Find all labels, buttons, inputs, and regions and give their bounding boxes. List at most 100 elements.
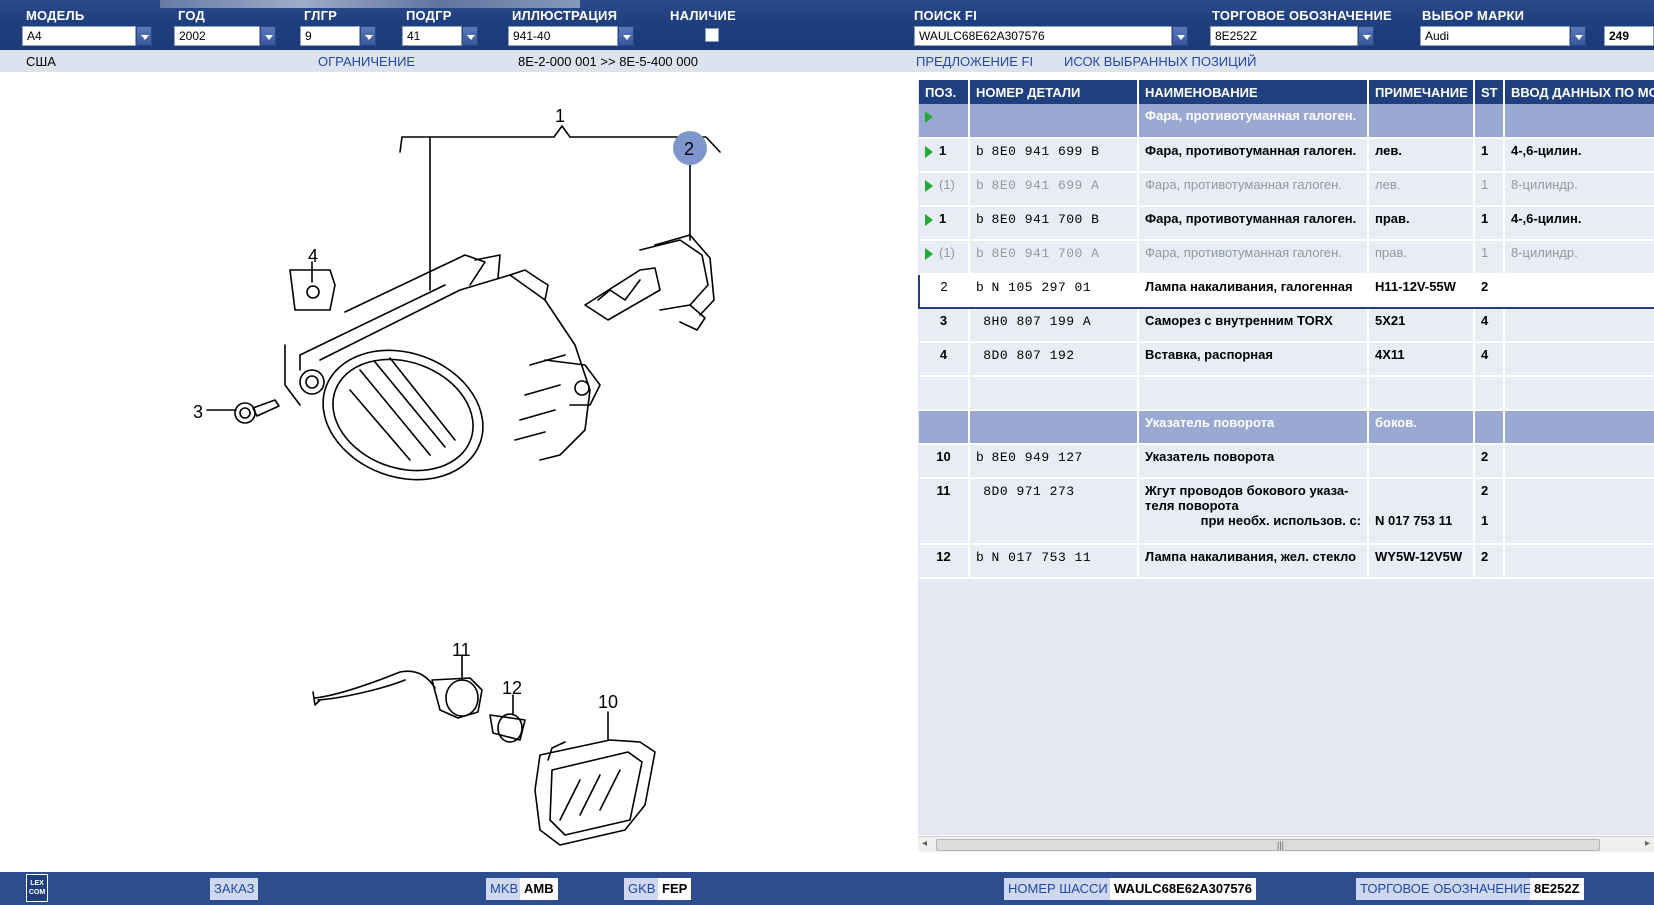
cell-st — [1474, 410, 1505, 445]
scroll-left-icon[interactable]: ◂ — [922, 838, 927, 849]
subgroup-label: ПОДГР — [406, 8, 452, 23]
table-row[interactable]: Фара, противотуманная галоген. — [919, 104, 1654, 139]
cell-model-data-text: 8-цилиндр. — [1511, 245, 1578, 260]
callout-3[interactable]: 3 — [193, 402, 203, 422]
cell-name: Фара, противотуманная галоген. — [1138, 104, 1369, 139]
col-part-number[interactable]: НОМЕР ДЕТАЛИ — [969, 80, 1139, 104]
cell-pos-text: 2 — [940, 279, 948, 294]
callout-10[interactable]: 10 — [598, 692, 618, 712]
callout-4[interactable]: 4 — [308, 246, 318, 266]
parts-table: ПОЗ. НОМЕР ДЕТАЛИ НАИМЕНОВАНИЕ ПРИМЕЧАНИ… — [918, 80, 1654, 579]
cell-st: 2 — [1474, 273, 1505, 309]
grip-icon: ||| — [1277, 840, 1285, 850]
cell-part-number[interactable] — [969, 104, 1139, 139]
cell-name-text: Вставка, распорная — [1145, 347, 1273, 362]
subgroup-select[interactable]: 41 — [402, 26, 462, 46]
mgroup-dropdown-icon[interactable] — [360, 26, 376, 46]
cell-st: 2 — [1474, 444, 1505, 479]
trade-name-dropdown-icon[interactable] — [1358, 26, 1374, 46]
selected-list-link[interactable]: ИСОК ВЫБРАННЫХ ПОЗИЦИЙ — [1064, 54, 1256, 69]
cell-part-text: N 105 297 01 — [991, 280, 1092, 295]
year-dropdown-icon[interactable] — [260, 26, 276, 46]
availability-checkbox[interactable] — [705, 28, 719, 42]
cell-part-number[interactable] — [969, 376, 1139, 411]
illustration-select[interactable]: 941-40 — [508, 26, 618, 46]
table-row[interactable]: 2 b N 105 297 01 Лампа накаливания, галоге… — [918, 273, 1654, 309]
table-row[interactable]: 4 8D0 807 192 Вставка, распорная 4X11 4 — [919, 342, 1654, 377]
expand-arrow-icon[interactable] — [925, 110, 933, 123]
gkb-label: GKB — [624, 878, 660, 900]
cell-name-text: Фара, противотуманная галоген. — [1145, 177, 1342, 192]
search-fi-dropdown-icon[interactable] — [1172, 26, 1188, 46]
table-header-row: ПОЗ. НОМЕР ДЕТАЛИ НАИМЕНОВАНИЕ ПРИМЕЧАНИ… — [919, 80, 1654, 104]
table-row[interactable]: 10 b 8E0 949 127 Указатель поворота 2 — [919, 444, 1654, 479]
proposal-fi-link[interactable]: ПРЕДЛОЖЕНИЕ FI — [916, 54, 1033, 69]
cell-name — [1138, 376, 1369, 411]
col-name[interactable]: НАИМЕНОВАНИЕ — [1138, 80, 1369, 104]
cell-model-data-text: 4-,6-цилин. — [1511, 143, 1582, 158]
model-select[interactable]: A4 — [22, 26, 136, 46]
cell-pos — [919, 376, 970, 411]
table-row[interactable] — [919, 376, 1654, 411]
callout-2[interactable]: 2 — [684, 139, 694, 159]
horizontal-scrollbar[interactable]: ◂ ||| ▸ — [918, 836, 1654, 852]
cell-part-number[interactable]: b 8E0 941 700 A — [969, 240, 1139, 275]
table-row[interactable]: 1 b 8E0 941 700 B Фара, противотуманная га… — [919, 206, 1654, 241]
cell-part-number[interactable]: b 8E0 949 127 — [969, 444, 1139, 479]
order-button[interactable]: ЗАКАЗ — [210, 878, 259, 900]
table-row[interactable]: Указатель поворота боков. — [919, 410, 1654, 445]
cell-pos: 1 — [919, 138, 970, 173]
cell-part-number[interactable]: 8H0 807 199 A — [969, 308, 1139, 343]
cell-model-data-text: 8-цилиндр. — [1511, 177, 1578, 192]
cell-note: лев. — [1368, 138, 1475, 173]
restriction-link[interactable]: ОГРАНИЧЕНИЕ — [318, 54, 415, 69]
cell-name-text: Лампа накаливания, галогенная — [1145, 279, 1353, 294]
col-note[interactable]: ПРИМЕЧАНИЕ — [1368, 80, 1475, 104]
cell-model-data — [1504, 544, 1654, 579]
col-pos[interactable]: ПОЗ. — [919, 80, 970, 104]
expand-arrow-icon[interactable] — [925, 213, 933, 226]
cell-part-number[interactable]: b 8E0 941 699 A — [969, 172, 1139, 207]
cell-model-data — [1504, 444, 1654, 479]
cell-b-flag: b — [976, 212, 985, 227]
illustration-dropdown-icon[interactable] — [618, 26, 634, 46]
cell-name: Фара, противотуманная галоген. — [1138, 138, 1369, 173]
cell-note: 4X11 — [1368, 342, 1475, 377]
expand-arrow-icon[interactable] — [925, 247, 933, 260]
scroll-right-icon[interactable]: ▸ — [1645, 838, 1650, 849]
brand-dropdown-icon[interactable] — [1570, 26, 1586, 46]
cell-part-number[interactable]: b N 105 297 01 — [969, 273, 1139, 309]
expand-arrow-icon[interactable] — [925, 145, 933, 158]
col-st[interactable]: ST — [1474, 80, 1505, 104]
year-select[interactable]: 2002 — [174, 26, 260, 46]
cell-part-number[interactable]: b 8E0 941 700 B — [969, 206, 1139, 241]
callout-12[interactable]: 12 — [502, 678, 522, 698]
search-fi-input[interactable]: WAULC68E62A307576 — [914, 26, 1172, 46]
expand-arrow-icon[interactable] — [925, 179, 933, 192]
cell-pos — [919, 410, 970, 445]
cell-part-number[interactable]: b N 017 753 11 — [969, 544, 1139, 579]
subgroup-dropdown-icon[interactable] — [462, 26, 478, 46]
brand-select[interactable]: Audi — [1420, 26, 1570, 46]
cell-part-number[interactable]: b 8E0 941 699 B — [969, 138, 1139, 173]
table-row[interactable]: 3 8H0 807 199 A Саморез с внутренним TORX… — [919, 308, 1654, 343]
mgroup-select[interactable]: 9 — [300, 26, 360, 46]
trade-name-input[interactable]: 8E252Z — [1210, 26, 1358, 46]
cell-note: H11-12V-55W — [1368, 273, 1475, 309]
cell-part-number[interactable]: 8D0 971 273 — [969, 478, 1139, 545]
model-dropdown-icon[interactable] — [136, 26, 152, 46]
parts-illustration: 1 2 3 4 10 11 12 — [0, 72, 912, 872]
cell-name: Лампа накаливания, жел. стекло — [1138, 544, 1369, 579]
table-row[interactable]: (1) b 8E0 941 700 A Фара, противотуманная … — [919, 240, 1654, 275]
table-row[interactable]: (1) b 8E0 941 699 A Фара, противотуманная … — [919, 172, 1654, 207]
scrollbar-thumb[interactable]: ||| — [936, 839, 1600, 851]
cell-part-number[interactable]: 8D0 807 192 — [969, 342, 1139, 377]
table-row[interactable]: 11 8D0 971 273 Жгут проводов бокового ука… — [919, 478, 1654, 545]
table-row[interactable]: 12 b N 017 753 11 Лампа накаливания, жел. … — [919, 544, 1654, 579]
table-row[interactable]: 1 b 8E0 941 699 B Фара, противотуманная га… — [919, 138, 1654, 173]
col-model-data[interactable]: ВВОД ДАННЫХ ПО МО — [1504, 80, 1654, 104]
callout-11[interactable]: 11 — [452, 640, 471, 660]
cell-part-number[interactable] — [969, 410, 1139, 445]
cell-note: N 017 753 11 — [1368, 478, 1475, 545]
callout-1[interactable]: 1 — [555, 106, 565, 126]
